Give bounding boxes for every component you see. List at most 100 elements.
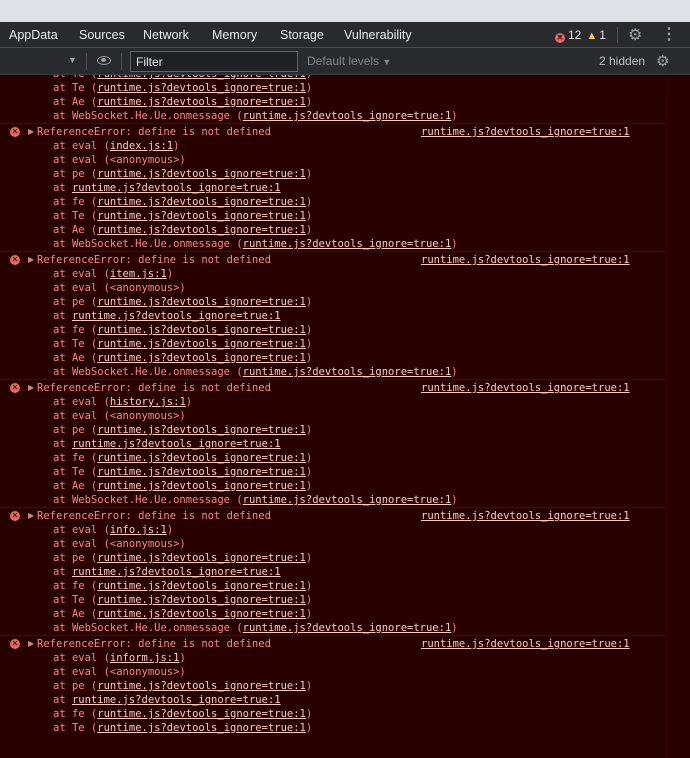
frame-source-link[interactable]: runtime.js?devtools_ignore=true:1	[72, 566, 281, 578]
frame-source-link[interactable]: runtime.js?devtools_ignore=true:1	[243, 366, 452, 378]
error-source-link[interactable]: runtime.js?devtools_ignore=true:1	[421, 125, 630, 139]
error-circle-icon: ✕	[10, 383, 20, 393]
frame-source-link[interactable]: runtime.js?devtools_ignore=true:1	[97, 324, 306, 336]
triangle-right-icon[interactable]: ▶	[28, 253, 34, 267]
frame-source-link[interactable]: runtime.js?devtools_ignore=true:1	[97, 580, 306, 592]
frame-source-link[interactable]: runtime.js?devtools_ignore=true:1	[97, 75, 306, 80]
frame-text: at Te (	[53, 210, 98, 222]
frame-text-end: )	[179, 652, 186, 664]
stack-frame: at eval (<anonymous>)	[0, 665, 690, 679]
frame-source-link[interactable]: runtime.js?devtools_ignore=true:1	[97, 296, 306, 308]
triangle-right-icon[interactable]: ▶	[28, 637, 34, 651]
frame-text-end: )	[305, 608, 313, 620]
frame-source-link[interactable]: runtime.js?devtools_ignore=true:1	[97, 338, 306, 350]
frame-source-link[interactable]: runtime.js?devtools_ignore=true:1	[243, 622, 452, 634]
frame-source-link[interactable]: runtime.js?devtools_ignore=true:1	[97, 168, 306, 180]
tab-vulnerability[interactable]: Vulnerability	[344, 22, 412, 48]
frame-source-link[interactable]: runtime.js?devtools_ignore=true:1	[97, 594, 306, 606]
frame-source-link[interactable]: info.js:1	[110, 524, 167, 536]
frame-source-link[interactable]: inform.js:1	[110, 652, 180, 664]
frame-source-link[interactable]: runtime.js?devtools_ignore=true:1	[97, 722, 306, 734]
error-circle-icon: ✕	[10, 639, 20, 649]
issue-counter[interactable]: ✕ 12 ▲ 1	[555, 22, 606, 48]
stack-frame: at pe (runtime.js?devtools_ignore=true:1…	[0, 551, 690, 565]
console-error-entry: ✕ ▶ ReferenceError: define is not defined r…	[0, 251, 690, 379]
stack-frame: at eval (index.js:1)	[0, 139, 690, 153]
triangle-right-icon[interactable]: ▶	[28, 125, 34, 139]
frame-source-link[interactable]: item.js:1	[110, 268, 167, 280]
frame-text: at eval (	[53, 524, 110, 536]
filter-input[interactable]	[130, 51, 298, 72]
frame-source-link[interactable]: runtime.js?devtools_ignore=true:1	[72, 182, 281, 194]
frame-source-link[interactable]: runtime.js?devtools_ignore=true:1	[72, 694, 281, 706]
frame-text-end: )	[305, 224, 313, 236]
tab-network[interactable]: Network	[143, 22, 189, 48]
tab-storage[interactable]: Storage	[280, 22, 324, 48]
frame-source-link[interactable]: runtime.js?devtools_ignore=true:1	[97, 608, 306, 620]
frame-source-link[interactable]: runtime.js?devtools_ignore=true:1	[97, 424, 306, 436]
frame-source-link[interactable]: runtime.js?devtools_ignore=true:1	[97, 452, 306, 464]
gear-icon[interactable]: ⚙	[656, 52, 669, 70]
stack-frame: at runtime.js?devtools_ignore=true:1	[0, 309, 690, 323]
frame-text: at fe (	[53, 324, 98, 336]
error-source-link[interactable]: runtime.js?devtools_ignore=true:1	[421, 509, 630, 523]
frame-source-link[interactable]: runtime.js?devtools_ignore=true:1	[97, 82, 306, 94]
tab-sources[interactable]: Sources	[79, 22, 125, 48]
eye-icon[interactable]	[97, 56, 111, 65]
frame-source-link[interactable]: runtime.js?devtools_ignore=true:1	[243, 110, 452, 122]
frame-source-link[interactable]: runtime.js?devtools_ignore=true:1	[97, 680, 306, 692]
error-header[interactable]: ✕ ▶ ReferenceError: define is not defined r…	[0, 509, 690, 523]
kebab-menu-icon[interactable]: ⋮	[661, 24, 677, 44]
stack-frame: at eval (inform.js:1)	[0, 651, 690, 665]
frame-text: at WebSocket.He.Ue.onmessage (	[53, 366, 243, 378]
frame-source-link[interactable]: runtime.js?devtools_ignore=true:1	[97, 196, 306, 208]
frame-text: at Te (	[53, 594, 98, 606]
error-header[interactable]: ✕ ▶ ReferenceError: define is not defined r…	[0, 381, 690, 395]
error-source-link[interactable]: runtime.js?devtools_ignore=true:1	[421, 381, 630, 395]
frame-text: at WebSocket.He.Ue.onmessage (	[53, 110, 243, 122]
frame-text: at Te (	[53, 82, 98, 94]
default-levels-dropdown[interactable]: Default levels ▼	[307, 48, 391, 75]
frame-source-link[interactable]: runtime.js?devtools_ignore=true:1	[97, 552, 306, 564]
frame-source-link[interactable]: runtime.js?devtools_ignore=true:1	[72, 310, 281, 322]
frame-source-link[interactable]: runtime.js?devtools_ignore=true:1	[97, 224, 306, 236]
frame-text-end: )	[305, 96, 313, 108]
error-source-link[interactable]: runtime.js?devtools_ignore=true:1	[421, 637, 630, 651]
frame-source-link[interactable]: history.js:1	[110, 396, 186, 408]
frame-source-link[interactable]: runtime.js?devtools_ignore=true:1	[72, 438, 281, 450]
error-header[interactable]: ✕ ▶ ReferenceError: define is not defined r…	[0, 253, 690, 267]
triangle-right-icon[interactable]: ▶	[28, 509, 34, 523]
frame-source-link[interactable]: runtime.js?devtools_ignore=true:1	[243, 494, 452, 506]
error-source-link[interactable]: runtime.js?devtools_ignore=true:1	[421, 253, 630, 267]
frame-text-end: )	[451, 110, 458, 122]
stack-frame: at pe (runtime.js?devtools_ignore=true:1…	[0, 679, 690, 693]
frame-source-link[interactable]: index.js:1	[110, 140, 173, 152]
frame-text: at pe (	[53, 296, 98, 308]
tab-memory[interactable]: Memory	[212, 22, 257, 48]
frame-text: at eval (<anonymous>)	[53, 410, 186, 422]
stack-frame: at Ae (runtime.js?devtools_ignore=true:1…	[0, 351, 690, 365]
console-error-entry: ✕ ▶ ReferenceError: define is not defined r…	[0, 123, 690, 251]
frame-source-link[interactable]: runtime.js?devtools_ignore=true:1	[97, 352, 306, 364]
frame-text-end: )	[305, 480, 313, 492]
frame-source-link[interactable]: runtime.js?devtools_ignore=true:1	[243, 238, 452, 250]
tab-appdata[interactable]: AppData	[9, 22, 58, 48]
gear-icon[interactable]: ⚙	[628, 25, 642, 45]
frame-text-end: )	[451, 494, 458, 506]
console-toolbar: ▼ Default levels ▼ 2 hidden ⚙	[0, 48, 690, 75]
error-header[interactable]: ✕ ▶ ReferenceError: define is not defined r…	[0, 125, 690, 139]
frame-text-end: )	[305, 594, 313, 606]
frame-text: at	[53, 438, 72, 450]
chevron-down-icon[interactable]: ▼	[68, 55, 77, 65]
frame-source-link[interactable]: runtime.js?devtools_ignore=true:1	[97, 96, 306, 108]
scroll-gutter[interactable]	[667, 75, 690, 758]
error-header[interactable]: ✕ ▶ ReferenceError: define is not defined r…	[0, 637, 690, 651]
triangle-right-icon[interactable]: ▶	[28, 381, 34, 395]
frame-text-end: )	[305, 168, 313, 180]
frame-text-end: )	[305, 580, 313, 592]
frame-source-link[interactable]: runtime.js?devtools_ignore=true:1	[97, 480, 306, 492]
error-message: ReferenceError: define is not defined	[37, 254, 271, 266]
frame-source-link[interactable]: runtime.js?devtools_ignore=true:1	[97, 466, 306, 478]
frame-source-link[interactable]: runtime.js?devtools_ignore=true:1	[97, 708, 306, 720]
frame-source-link[interactable]: runtime.js?devtools_ignore=true:1	[97, 210, 306, 222]
